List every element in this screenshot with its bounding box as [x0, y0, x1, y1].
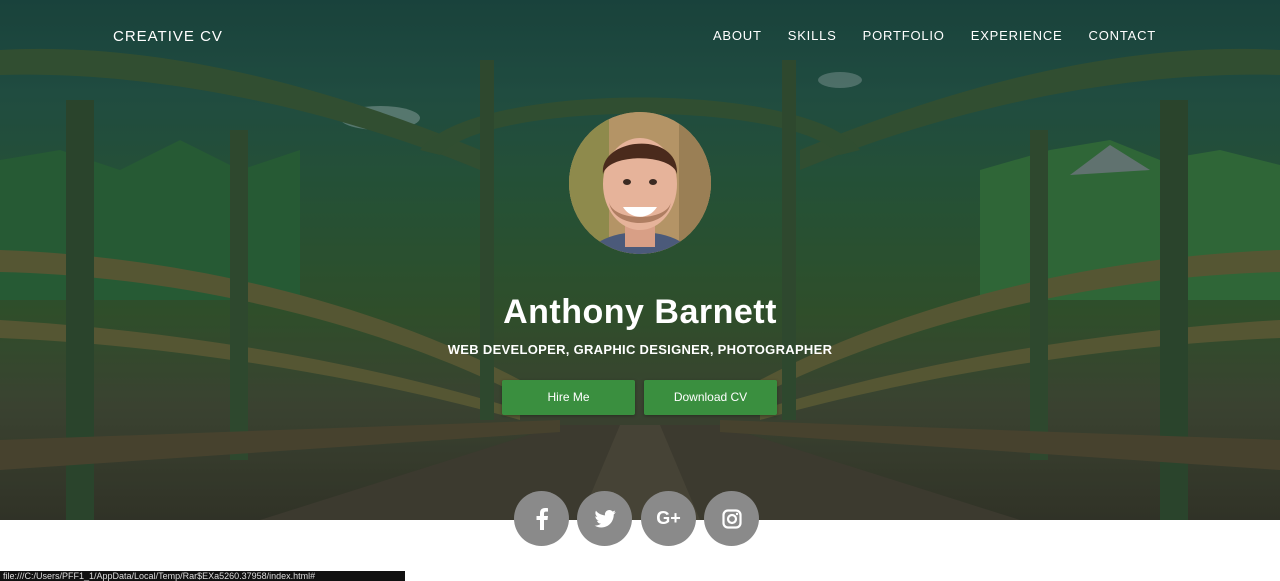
main-nav: ABOUT SKILLS PORTFOLIO EXPERIENCE CONTAC…	[713, 28, 1156, 43]
brand-logo[interactable]: CREATIVE CV	[113, 28, 223, 45]
profile-photo	[569, 112, 711, 254]
facebook-icon	[536, 507, 548, 530]
google-plus-button[interactable]: G+	[641, 491, 696, 546]
nav-link-skills[interactable]: SKILLS	[788, 28, 837, 43]
nav-link-contact[interactable]: CONTACT	[1089, 28, 1156, 43]
instagram-icon	[721, 508, 742, 529]
hire-me-button[interactable]: Hire Me	[502, 380, 635, 415]
download-cv-button[interactable]: Download CV	[644, 380, 777, 415]
instagram-button[interactable]	[704, 491, 759, 546]
nav-link-experience[interactable]: EXPERIENCE	[971, 28, 1063, 43]
browser-status-bar: file:///C:/Users/PFF1_1/AppData/Local/Te…	[0, 571, 405, 581]
nav-link-portfolio[interactable]: PORTFOLIO	[863, 28, 945, 43]
hero-section: CREATIVE CV ABOUT SKILLS PORTFOLIO EXPER…	[0, 0, 1280, 520]
google-plus-icon: G+	[656, 508, 681, 528]
twitter-icon	[594, 509, 616, 527]
facebook-button[interactable]	[514, 491, 569, 546]
profile-avatar	[569, 112, 711, 254]
twitter-button[interactable]	[577, 491, 632, 546]
profile-name: Anthony Barnett	[503, 293, 777, 331]
nav-link-about[interactable]: ABOUT	[713, 28, 762, 43]
profile-subtitle: WEB DEVELOPER, GRAPHIC DESIGNER, PHOTOGR…	[447, 342, 833, 357]
bridge-background-image	[0, 0, 1280, 520]
